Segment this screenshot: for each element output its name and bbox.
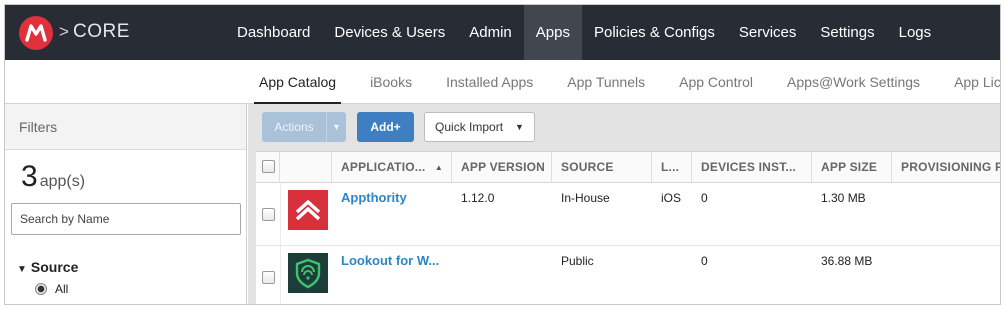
column-platform[interactable]: L... xyxy=(652,152,692,183)
app-count: 3 app(s) xyxy=(5,150,246,202)
source-filter-label: Source xyxy=(30,259,79,275)
nav-services[interactable]: Services xyxy=(727,5,809,60)
app-platform-cell: iOS xyxy=(661,191,682,205)
tab-app-licenses[interactable]: App Licenses xyxy=(937,60,1000,104)
source-filter-toggle[interactable]: ▼ Source xyxy=(17,259,78,275)
row-checkbox[interactable] xyxy=(262,208,275,221)
app-version-cell: 1.12.0 xyxy=(461,191,495,205)
actions-dropdown-button[interactable]: Actions ▼ xyxy=(262,112,346,142)
source-option-all[interactable]: All xyxy=(35,282,68,296)
nav-devices-users[interactable]: Devices & Users xyxy=(322,5,457,60)
toolbar: Actions ▼ Add+ Quick Import ▼ xyxy=(248,104,1000,150)
mobileiron-logo-icon[interactable] xyxy=(19,16,53,50)
table-row[interactable]: Lookout for W... Public 0 36.88 MB xyxy=(256,246,1000,304)
column-app-version[interactable]: APP VERSION xyxy=(452,152,552,183)
devices-installed-cell: 0 xyxy=(701,191,708,205)
sort-ascending-icon: ▲ xyxy=(434,163,443,172)
tab-appswork-settings[interactable]: Apps@Work Settings xyxy=(770,60,937,104)
nav-dashboard[interactable]: Dashboard xyxy=(225,5,322,60)
column-app-size[interactable]: APP SIZE xyxy=(812,152,892,183)
tab-ibooks[interactable]: iBooks xyxy=(353,60,429,104)
main-content: Actions ▼ Add+ Quick Import ▼ APPLICATIO… xyxy=(248,104,1000,304)
tab-app-control[interactable]: App Control xyxy=(662,60,770,104)
app-source-cell: Public xyxy=(561,254,594,268)
app-count-unit: app(s) xyxy=(39,173,86,190)
filter-panel: Filters 3app(s) ▼Source All xyxy=(5,104,247,304)
app-size-cell: 1.30 MB xyxy=(821,191,866,205)
table-row[interactable]: Appthority 1.12.0 In-House iOS 0 1.30 MB xyxy=(256,183,1000,246)
caret-down-icon: ▼ xyxy=(515,122,524,132)
table-header: APPLICATIO... ▲ APP VERSION SOURCE L... … xyxy=(256,152,1000,183)
add-app-button[interactable]: Add+ xyxy=(357,112,414,142)
sub-navigation: App Catalog iBooks Installed Apps App Tu… xyxy=(5,60,1000,105)
app-size-cell: 36.88 MB xyxy=(821,254,873,268)
radio-selected-icon[interactable] xyxy=(35,283,47,295)
nav-apps[interactable]: Apps xyxy=(523,5,582,60)
column-provisioning-profile[interactable]: PROVISIONING PR xyxy=(892,152,1000,183)
brand-name: CORE xyxy=(73,21,130,42)
search-by-name-input[interactable] xyxy=(11,203,241,235)
column-source[interactable]: SOURCE xyxy=(552,152,652,183)
actions-button-label: Actions xyxy=(274,120,314,134)
tab-app-catalog[interactable]: App Catalog xyxy=(242,60,353,105)
main-nav: Dashboard Devices & Users Admin Apps Pol… xyxy=(225,5,943,60)
header-select-all-cell xyxy=(256,152,280,183)
app-name-link[interactable]: Lookout for W... xyxy=(341,253,449,268)
column-devices-installed[interactable]: DEVICES INST... xyxy=(692,152,812,183)
brand-separator: > xyxy=(59,22,69,41)
row-checkbox[interactable] xyxy=(262,271,275,284)
header-icon-cell xyxy=(280,152,332,183)
app-count-number: 3 xyxy=(21,160,38,193)
quick-import-label: Quick Import xyxy=(435,120,504,134)
nav-policies-configs[interactable]: Policies & Configs xyxy=(582,5,727,60)
triangle-down-icon: ▼ xyxy=(17,264,27,275)
filters-title: Filters xyxy=(5,104,246,150)
caret-down-icon: ▼ xyxy=(326,112,346,142)
lookout-shield-icon xyxy=(288,253,328,293)
app-name-link[interactable]: Appthority xyxy=(341,190,449,205)
tab-app-tunnels[interactable]: App Tunnels xyxy=(550,60,662,104)
nav-admin[interactable]: Admin xyxy=(457,5,524,60)
column-application-name[interactable]: APPLICATIO... ▲ xyxy=(332,152,452,183)
source-option-all-label: All xyxy=(55,282,69,296)
app-source-cell: In-House xyxy=(561,191,610,205)
appthority-icon xyxy=(288,190,328,230)
app-window: > CORE Dashboard Devices & Users Admin A… xyxy=(4,4,1001,305)
select-all-checkbox[interactable] xyxy=(262,160,275,173)
top-navigation-bar: > CORE Dashboard Devices & Users Admin A… xyxy=(5,5,1000,60)
devices-installed-cell: 0 xyxy=(701,254,708,268)
app-catalog-table: APPLICATIO... ▲ APP VERSION SOURCE L... … xyxy=(256,151,1000,304)
quick-import-dropdown-button[interactable]: Quick Import ▼ xyxy=(424,112,535,142)
nav-logs[interactable]: Logs xyxy=(887,5,944,60)
column-application-name-label: APPLICATIO... xyxy=(341,160,426,174)
tab-installed-apps[interactable]: Installed Apps xyxy=(429,60,550,104)
nav-settings[interactable]: Settings xyxy=(808,5,886,60)
